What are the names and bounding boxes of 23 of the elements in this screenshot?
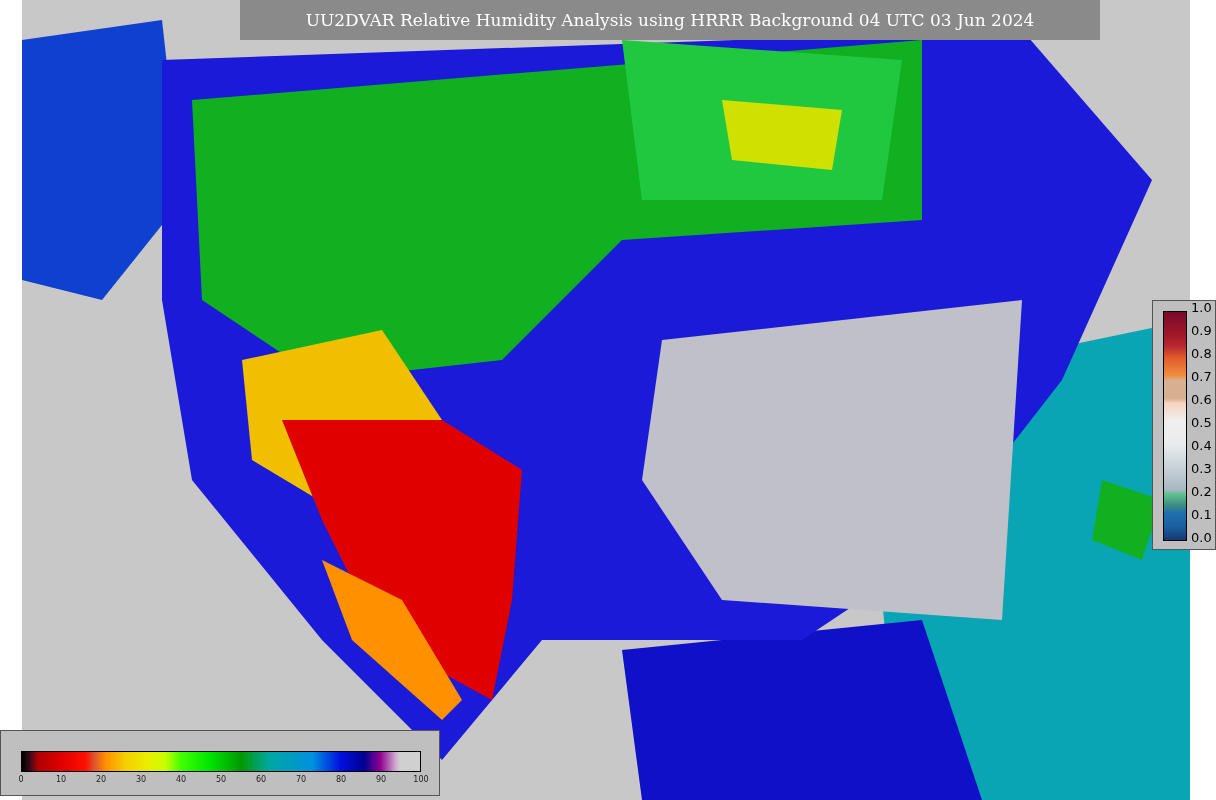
tick-label: 10 <box>55 775 67 784</box>
tick-label: 30 <box>135 775 147 784</box>
tick-label: 0.4 <box>1191 439 1212 453</box>
tick-label: 0.5 <box>1191 416 1212 430</box>
tick-label: 90 <box>375 775 387 784</box>
tick-label: 0.9 <box>1191 324 1212 338</box>
tick-label: 70 <box>295 775 307 784</box>
tick-label: 0.3 <box>1191 462 1212 476</box>
tick-label: 0.2 <box>1191 485 1212 499</box>
tick-label: 0.1 <box>1191 508 1212 522</box>
tick-label: 100 <box>413 775 429 784</box>
tick-label: 60 <box>255 775 267 784</box>
tick-label: 1.0 <box>1191 301 1212 315</box>
tick-label: 0.7 <box>1191 370 1212 384</box>
tick-label: 20 <box>95 775 107 784</box>
tick-label: 0.6 <box>1191 393 1212 407</box>
tick-label: 50 <box>215 775 227 784</box>
tick-label: 0.0 <box>1191 531 1212 545</box>
tick-label: 0.8 <box>1191 347 1212 361</box>
map-title: UU2DVAR Relative Humidity Analysis using HRRR Background 04 UTC 03 Jun 2024 <box>240 0 1100 40</box>
tick-label: 0 <box>18 775 24 784</box>
tick-label: 40 <box>175 775 187 784</box>
tick-label: 80 <box>335 775 347 784</box>
